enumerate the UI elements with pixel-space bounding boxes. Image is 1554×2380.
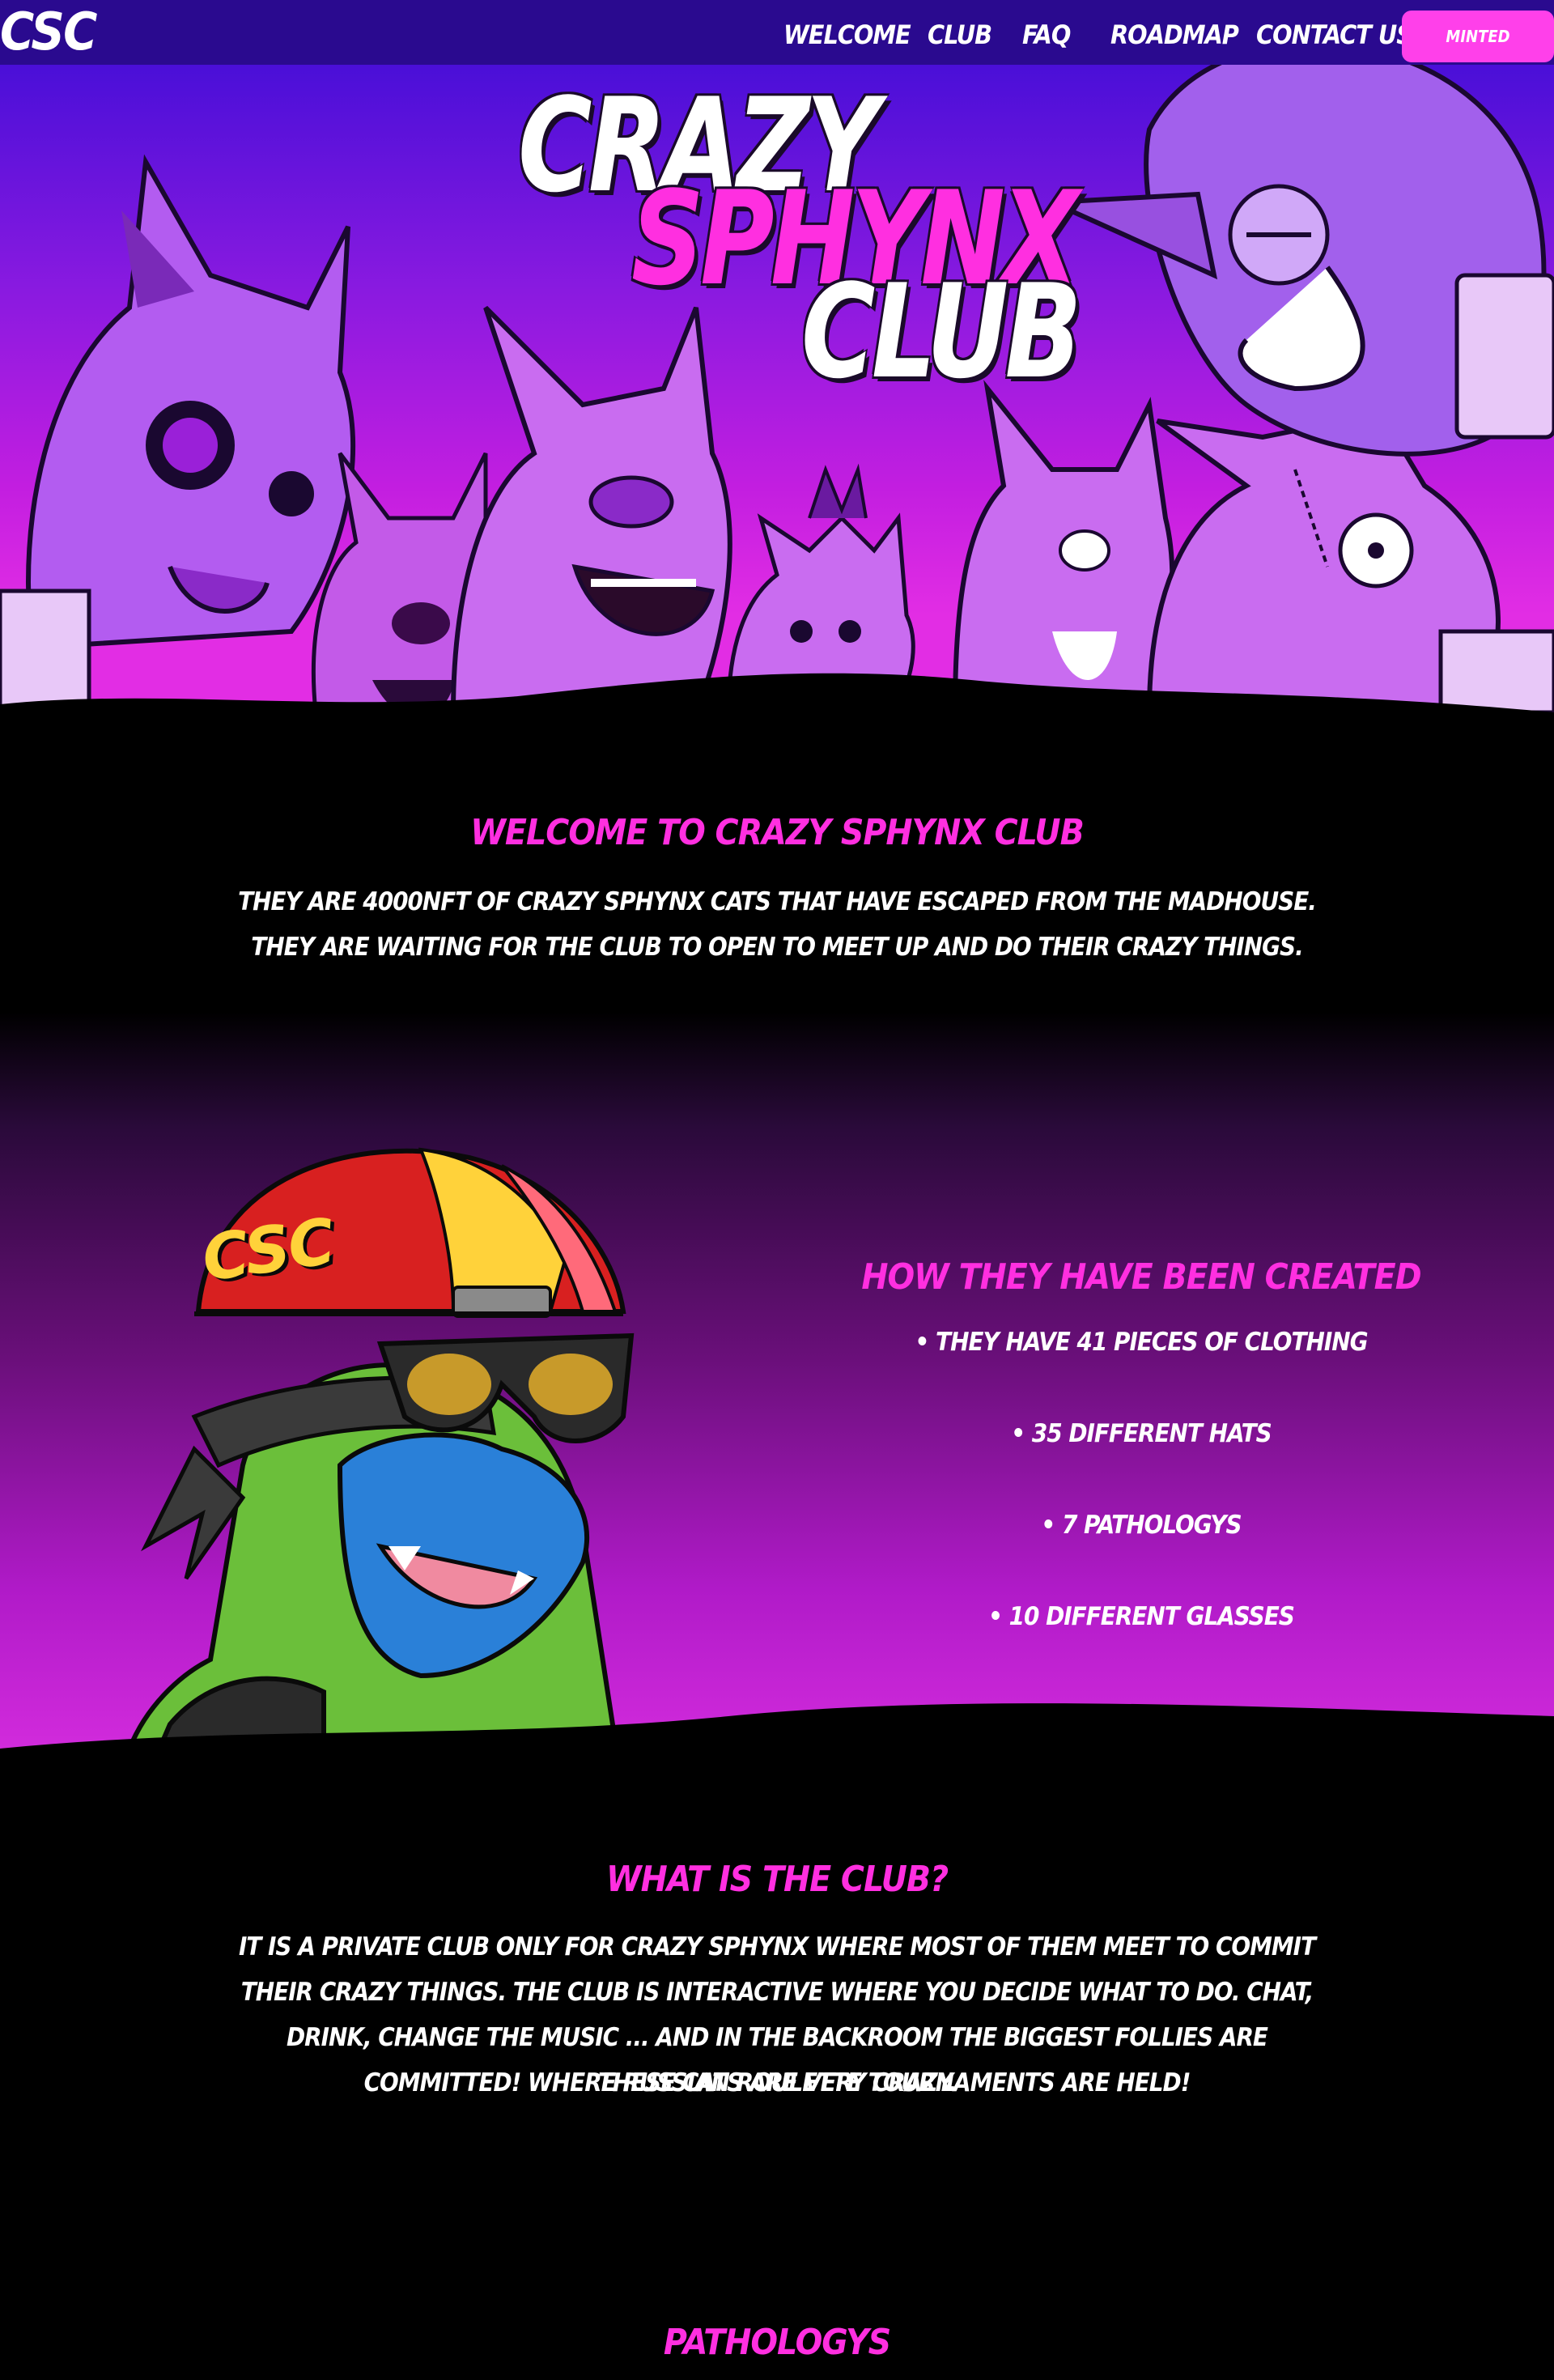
hero-banner: CRAZY SPHYNX CLUB bbox=[0, 65, 1554, 712]
nav-link-roadmap[interactable]: ROADMAP bbox=[1110, 0, 1239, 65]
cat-illustration-center bbox=[450, 305, 732, 712]
club-heading: WHAT IS THE CLUB? bbox=[605, 1859, 949, 1900]
top-navbar: CSC WELCOME CLUB FAQ ROADMAP CONTACT US … bbox=[0, 0, 1554, 65]
nav-link-club[interactable]: CLUB bbox=[928, 0, 992, 65]
welcome-text: THEY ARE 4000NFT OF CRAZY SPHYNX CATS TH… bbox=[238, 887, 1317, 962]
welcome-heading: WELCOME TO CRAZY SPHYNX CLUB bbox=[470, 812, 1085, 853]
nav-link-faq[interactable]: FAQ bbox=[1022, 0, 1071, 65]
cat-illustration-right bbox=[952, 380, 1175, 712]
created-item-pathologys: • 7 PATHOLOGYS bbox=[1041, 1511, 1242, 1540]
cat-illustration-top-right bbox=[1051, 65, 1554, 457]
cat-illustration-left bbox=[0, 154, 356, 712]
created-section: CSC HOW THEY HAVE BEEN CREATED • THEY HA… bbox=[0, 1012, 1554, 1781]
minted-button[interactable]: MINTED bbox=[1402, 11, 1554, 62]
page: CSC WELCOME CLUB FAQ ROADMAP CONTACT US … bbox=[0, 0, 1554, 2380]
created-item-clothing: • THEY HAVE 41 PIECES OF CLOTHING bbox=[915, 1328, 1369, 1357]
created-item-glasses: • 10 DIFFERENT GLASSES bbox=[988, 1602, 1295, 1631]
nav-link-contact-us[interactable]: CONTACT US bbox=[1256, 0, 1413, 65]
hero-title-line-3: CLUB bbox=[801, 256, 1082, 407]
site-logo[interactable]: CSC bbox=[0, 0, 97, 65]
created-item-hats: • 35 DIFFERENT HATS bbox=[1011, 1419, 1272, 1448]
pathologys-heading: PATHOLOGYS bbox=[663, 2322, 891, 2363]
created-heading: HOW THEY HAVE BEEN CREATED bbox=[861, 1256, 1421, 1298]
sphynx-helmet-illustration bbox=[0, 1147, 1554, 1781]
club-text-closing: THESE CATS ARE VERY CRAZY. bbox=[597, 2068, 957, 2097]
nav-link-welcome[interactable]: WELCOME bbox=[783, 0, 911, 65]
